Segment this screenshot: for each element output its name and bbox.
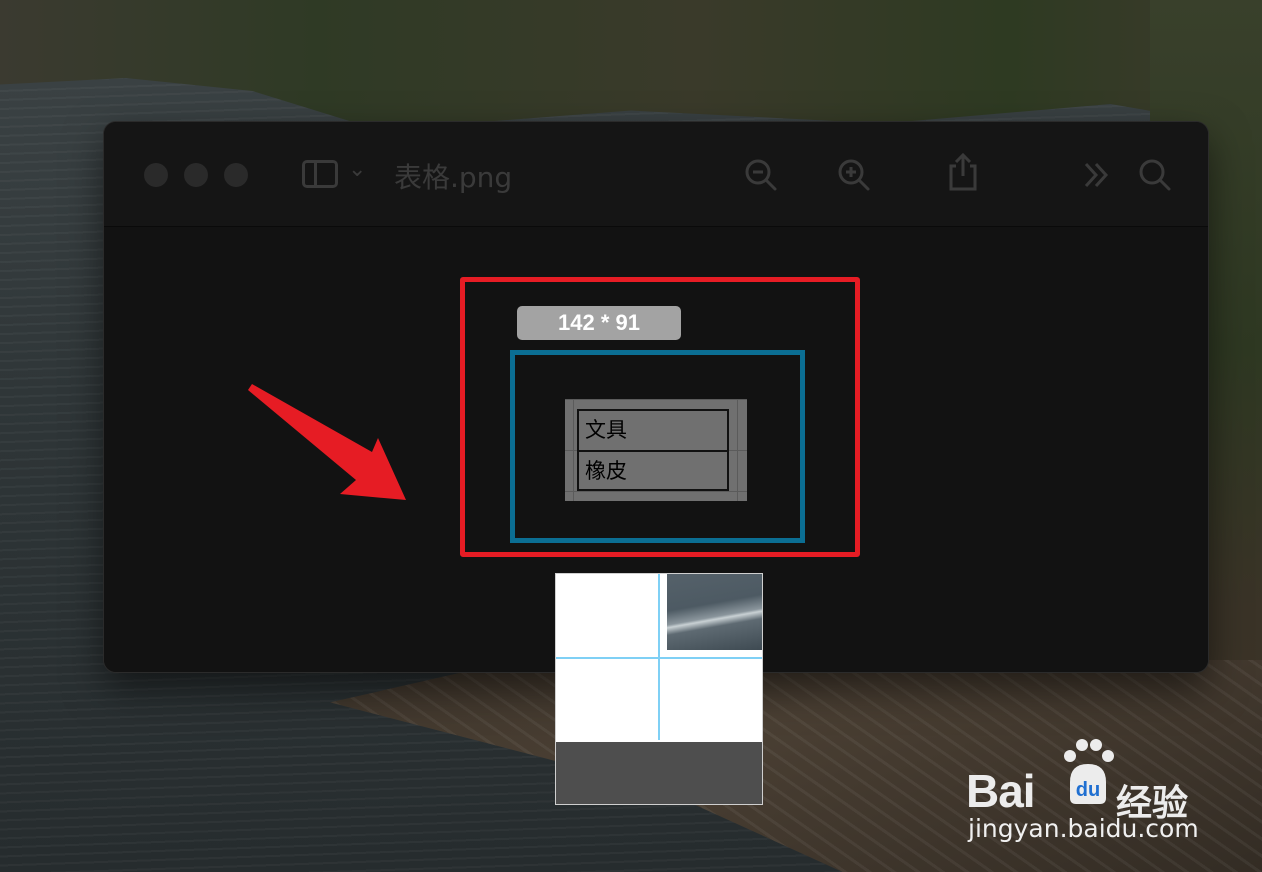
zoom-out-icon[interactable]: [744, 158, 777, 191]
baidu-watermark: Bai du 经验 jingyan.baidu.com: [966, 730, 1199, 850]
paw-icon: du: [1064, 739, 1114, 804]
loupe-info-bar: [556, 742, 762, 804]
zoom-in-icon[interactable]: [837, 158, 870, 191]
red-arrow-icon: [248, 384, 406, 500]
watermark-url: jingyan.baidu.com: [968, 814, 1199, 843]
svg-text:du: du: [1076, 779, 1100, 801]
window-title: 表格.png: [394, 161, 513, 194]
more-tools-icon[interactable]: [1080, 158, 1109, 188]
table-cell: 文具: [585, 418, 627, 442]
table: 文具 橡皮: [577, 409, 729, 491]
minimize-button[interactable]: [184, 163, 208, 187]
selection-size-badge: 142 * 91: [517, 306, 681, 340]
loupe-zoomed-pixels: [667, 574, 762, 650]
magnifier-loupe: [555, 573, 763, 805]
sidebar-toggle-icon[interactable]: [302, 160, 338, 188]
table-image: 文具 橡皮: [565, 399, 747, 501]
zoom-button[interactable]: [224, 163, 248, 187]
loupe-crosshair-horizontal: [556, 657, 762, 659]
table-cell: 橡皮: [579, 450, 727, 489]
chevron-down-icon[interactable]: ⌄: [348, 156, 366, 182]
search-icon[interactable]: [1138, 158, 1171, 191]
share-icon[interactable]: [946, 152, 977, 191]
grid-line: [565, 399, 747, 400]
window-titlebar: ⌄ 表格.png: [104, 122, 1208, 227]
grid-line: [565, 491, 747, 492]
close-button[interactable]: [144, 163, 168, 187]
grid-line: [573, 399, 574, 501]
watermark-logo-text: Bai: [966, 765, 1036, 817]
grid-line: [737, 399, 738, 501]
